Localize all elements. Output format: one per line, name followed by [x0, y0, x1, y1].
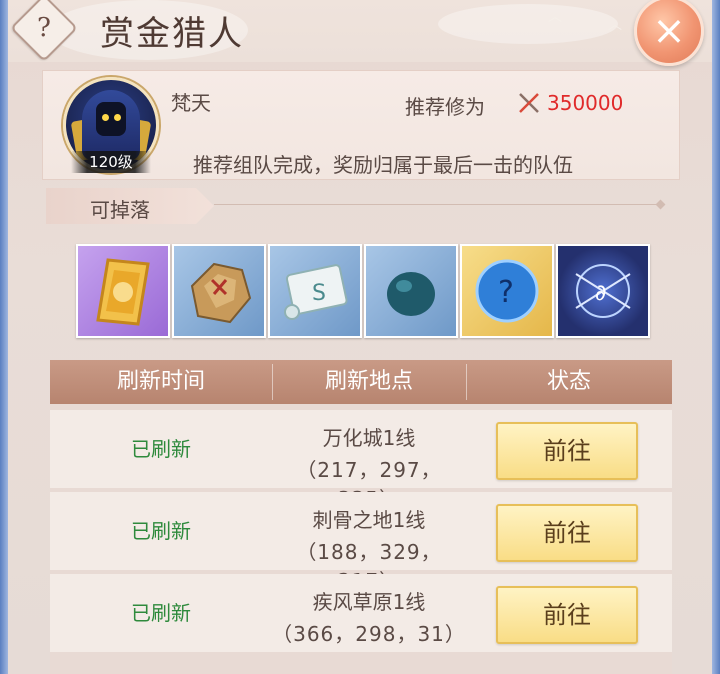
bird-decoration: ︿ — [548, 9, 562, 25]
drop-item-magic-sigil[interactable]: ∂ — [556, 244, 650, 338]
divider-ornament — [655, 199, 666, 210]
crossed-swords-icon — [519, 93, 539, 113]
go-button[interactable]: 前往 — [496, 586, 638, 644]
bird-decoration: ︿ — [608, 17, 622, 33]
page-title: 赏金猎人 — [100, 14, 244, 54]
go-button[interactable]: 前往 — [496, 422, 638, 480]
avatar-eye — [114, 114, 121, 121]
column-header-status: 状态 — [546, 369, 591, 394]
screen-edge-right — [712, 0, 720, 674]
drop-item-scroll[interactable]: S — [268, 244, 362, 338]
bounty-token-icon — [96, 258, 150, 326]
table-header: 刷新时间 刷新地点 状态 — [50, 360, 672, 404]
location-coords: （366，298，31） — [272, 622, 466, 646]
svg-text:S: S — [312, 281, 326, 306]
boss-level-badge: 120级 — [71, 151, 151, 173]
column-header-time: 刷新时间 — [116, 369, 205, 394]
refresh-status: 已刷新 — [131, 601, 191, 625]
drop-item-dark-orb[interactable] — [364, 244, 458, 338]
table-row: 已刷新 刺骨之地1线 （188，329，217） 前往 — [50, 492, 672, 593]
boss-name: 梵天 — [171, 91, 211, 115]
svg-text:∂: ∂ — [595, 281, 606, 306]
recommend-power-label: 推荐修为 — [405, 95, 485, 119]
location-name: 万化城1线 — [322, 426, 416, 450]
scroll-icon: S — [284, 264, 348, 320]
screen-edge-left — [0, 0, 8, 674]
dark-orb-icon — [387, 272, 435, 316]
svg-text:?: ? — [498, 275, 514, 310]
recommend-power-value: 350000 — [547, 91, 624, 115]
close-icon: × — [652, 8, 686, 54]
avatar-eye — [102, 114, 109, 121]
refresh-status: 已刷新 — [131, 519, 191, 543]
avatar-face — [96, 102, 126, 136]
location-name: 疾风草原1线 — [312, 590, 426, 614]
drop-item-ore[interactable] — [172, 244, 266, 338]
drop-item-bounty-token[interactable] — [76, 244, 170, 338]
refresh-status: 已刷新 — [131, 437, 191, 461]
cloud-decoration — [438, 4, 618, 44]
go-button[interactable]: 前往 — [496, 504, 638, 562]
table-row: 已刷新 疾风草原1线 （366，298，31） 前往 — [50, 574, 672, 652]
mystery-orb-icon: ? — [475, 259, 539, 323]
location-name: 刺骨之地1线 — [312, 508, 426, 532]
boss-info-panel: 120级 梵天 推荐修为 350000 推荐组队完成，奖励归属于最后一击的队伍 — [42, 70, 680, 180]
drop-item-list: S ? ∂ — [76, 244, 656, 338]
magic-sigil-icon: ∂ — [575, 264, 631, 318]
table-row: 已刷新 万化城1线 （217，297，335） 前往 — [50, 410, 672, 511]
divider — [214, 204, 660, 205]
refresh-table: 刷新时间 刷新地点 状态 已刷新 万化城1线 （217，297，335） 前往 … — [50, 360, 672, 674]
drops-label: 可掉落 — [90, 198, 150, 222]
boss-reward-note: 推荐组队完成，奖励归属于最后一击的队伍 — [193, 153, 573, 177]
column-header-location: 刷新地点 — [324, 369, 413, 394]
ore-stone-icon — [190, 262, 252, 324]
help-icon[interactable]: ? — [20, 4, 68, 52]
drop-item-mystery-orb[interactable]: ? — [460, 244, 554, 338]
